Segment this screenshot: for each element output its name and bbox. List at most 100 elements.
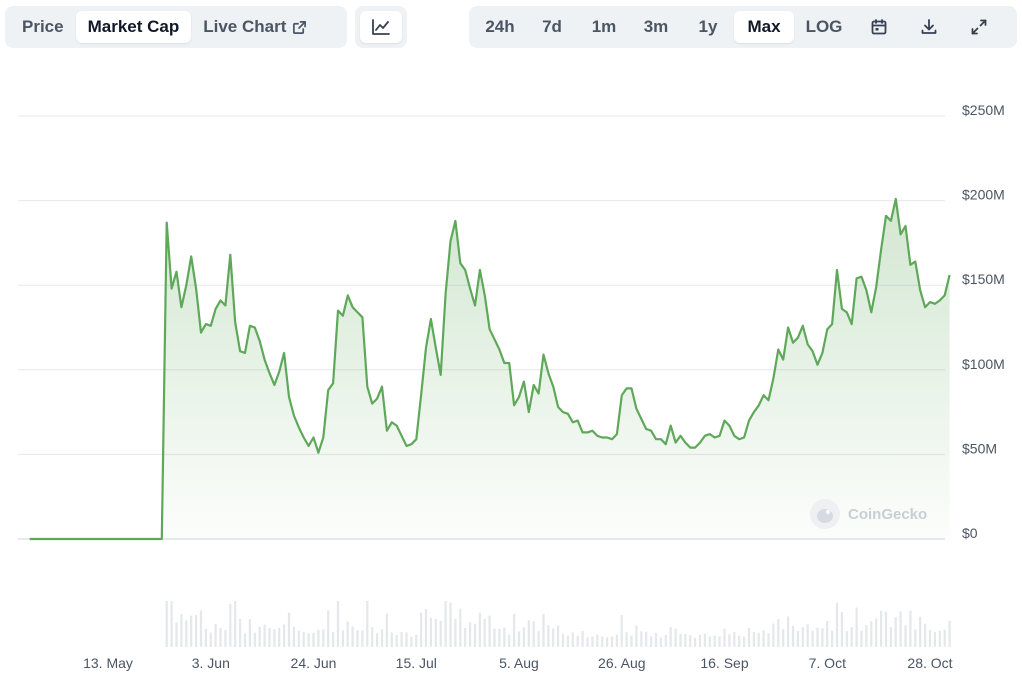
volume-bar — [351, 626, 354, 647]
volume-bar — [429, 617, 432, 647]
volume-bar — [239, 619, 242, 647]
volume-bar — [767, 633, 770, 647]
x-tick-label: 3. Jun — [192, 655, 230, 671]
volume-bar — [948, 620, 951, 647]
volume-bar — [268, 627, 271, 647]
volume-bar — [669, 627, 672, 647]
volume-bar — [390, 632, 393, 647]
volume-bar — [561, 633, 565, 647]
y-tick-label: $150M — [962, 271, 1005, 287]
volume-bar — [816, 627, 819, 647]
volume-bar — [405, 632, 408, 647]
volume-bar — [513, 613, 516, 647]
volume-bar — [229, 603, 232, 647]
volume-bar — [762, 630, 765, 647]
volume-bar — [361, 630, 364, 647]
volume-bar — [674, 628, 677, 647]
volume-bar — [219, 628, 222, 647]
volume-bar — [258, 626, 261, 647]
volume-bar — [703, 633, 706, 647]
volume-bar — [346, 621, 349, 647]
volume-bar — [850, 627, 853, 647]
volume-bar — [209, 632, 212, 647]
volume-bar — [449, 602, 452, 647]
y-tick-label: $200M — [962, 187, 1005, 203]
volume-bar — [385, 613, 388, 647]
volume-bar — [909, 610, 912, 647]
volume-bar — [165, 601, 168, 647]
volume-bar — [733, 631, 736, 647]
volume-bar — [341, 630, 344, 647]
volume-bar — [904, 625, 907, 647]
y-tick-label: $250M — [962, 102, 1005, 118]
volume-bar — [424, 609, 428, 647]
volume-bar — [928, 629, 932, 647]
volume-bar — [566, 635, 569, 647]
volume-bar — [243, 633, 247, 647]
volume-bar — [464, 627, 467, 647]
volume-bar — [508, 634, 511, 647]
volume-bar — [175, 622, 178, 647]
volume-bar — [503, 627, 506, 647]
volume-bar — [253, 632, 256, 647]
volume-bar — [845, 631, 848, 647]
volume-bar — [459, 608, 462, 647]
volume-bar — [791, 625, 795, 647]
volume-bar — [591, 636, 594, 647]
volume-bar — [752, 632, 755, 647]
volume-bar — [782, 629, 785, 647]
volume-bar — [263, 624, 266, 647]
volume-bar — [170, 601, 173, 647]
volume-bar — [527, 620, 530, 647]
volume-bar — [606, 637, 609, 647]
volume-bar — [860, 630, 863, 647]
volume-bar — [938, 630, 941, 647]
volume-bar — [292, 626, 295, 647]
y-tick-label: $50M — [962, 440, 997, 456]
volume-bar — [224, 630, 227, 647]
volume-bar — [806, 624, 809, 647]
volume-bar — [283, 624, 286, 647]
volume-bar — [650, 636, 653, 647]
volume-bar — [322, 629, 325, 647]
x-axis: 13. May 3. Jun 24. Jun 15. Jul 5. Aug 26. Aug… — [83, 655, 953, 671]
volume-bar — [278, 627, 281, 647]
x-tick-label: 5. Aug — [499, 655, 539, 671]
volume-bar — [532, 621, 535, 647]
volume-bar — [493, 628, 496, 647]
volume-bar — [899, 611, 902, 647]
volume-bar — [214, 623, 217, 647]
volume-bar — [777, 619, 780, 647]
volume-bar — [356, 630, 359, 647]
x-tick-label: 13. May — [83, 655, 133, 671]
volume-bar — [380, 629, 384, 647]
volume-bar — [469, 622, 472, 647]
gecko-logo-head — [817, 509, 833, 523]
volume-bar — [410, 636, 413, 647]
volume-bar — [557, 625, 560, 647]
volume-bar — [204, 628, 207, 647]
volume-bar — [914, 629, 917, 647]
volume-bar — [542, 613, 545, 647]
volume-bar — [630, 635, 633, 647]
x-tick-label: 16. Sep — [700, 655, 748, 671]
volume-bar — [884, 611, 888, 647]
x-tick-label: 15. Jul — [396, 655, 437, 671]
volume-bar — [694, 637, 697, 647]
volume-bar — [713, 635, 716, 647]
volume-bar — [596, 634, 599, 647]
market-cap-chart[interactable]: $0 $50M $100M $150M $200M $250M 13. May 3. Jun… — [0, 0, 1022, 677]
volume-bar — [610, 636, 614, 647]
volume-bar — [698, 634, 702, 647]
volume-bar — [865, 625, 868, 647]
volume-bar — [420, 612, 423, 647]
volume-bar — [483, 618, 486, 647]
volume-bar — [933, 631, 936, 647]
volume-bar — [889, 627, 892, 647]
x-tick-label: 26. Aug — [598, 655, 646, 671]
volume-bar — [552, 628, 555, 647]
volume-bar — [454, 618, 457, 647]
volume-bar — [273, 629, 276, 647]
y-tick-label: $100M — [962, 356, 1005, 372]
y-tick-label: $0 — [962, 525, 978, 541]
